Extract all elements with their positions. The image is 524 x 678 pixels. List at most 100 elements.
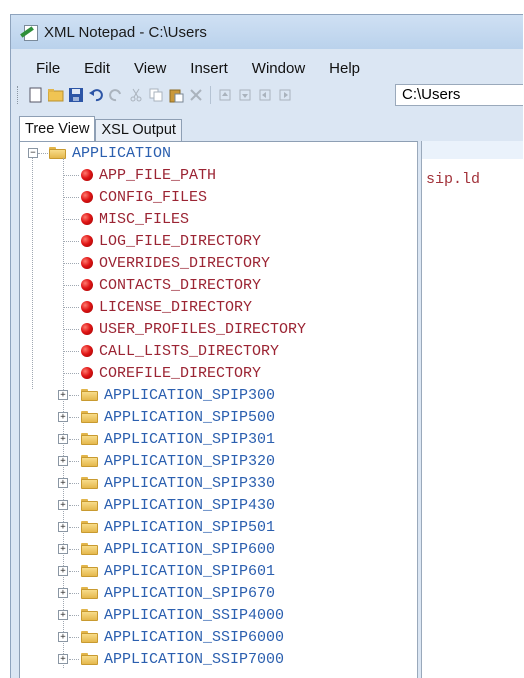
paste-icon[interactable] (168, 87, 184, 103)
node-value-pane[interactable]: sip.ld (421, 141, 523, 678)
tree-folder-node[interactable]: + APPLICATION_SPIP430 (58, 494, 275, 516)
expand-toggle[interactable]: + (58, 478, 68, 488)
expand-toggle[interactable]: + (58, 522, 68, 532)
tree-folder-node[interactable]: + APPLICATION_SSIP4000 (58, 604, 285, 626)
tree-folder-node[interactable]: + APPLICATION_SPIP320 (58, 450, 276, 472)
app-file-path-value[interactable]: sip.ld (426, 171, 480, 188)
tree-folder-node[interactable]: + APPLICATION_SPIP501 (58, 516, 275, 538)
tree-node-label: APPLICATION_SSIP4000 (104, 606, 285, 624)
tree-connector (69, 461, 79, 462)
menu-help[interactable]: Help (317, 60, 372, 77)
tree-folder-node[interactable]: + APPLICATION_SSIP6000 (58, 626, 284, 648)
tree-connector (63, 175, 79, 176)
undo-icon[interactable] (88, 87, 104, 103)
folder-icon (81, 631, 98, 643)
tree-leaf-node[interactable]: APP_FILE_PATH (63, 164, 216, 186)
tree-connector (69, 659, 79, 660)
expand-toggle[interactable]: + (58, 654, 68, 664)
tree-node-root[interactable]: APPLICATION (49, 142, 171, 164)
expand-toggle[interactable]: + (58, 566, 68, 576)
folder-icon (81, 521, 98, 533)
tree-leaf-node[interactable]: COREFILE_DIRECTORY (63, 362, 261, 384)
menu-insert[interactable]: Insert (178, 60, 240, 77)
expand-toggle[interactable]: + (58, 390, 68, 400)
expand-toggle[interactable]: + (58, 610, 68, 620)
tree-connector (63, 329, 79, 330)
tree-folder-node[interactable]: + APPLICATION_SPIP330 (58, 472, 275, 494)
expand-toggle[interactable]: + (58, 500, 68, 510)
tree-connector (38, 153, 48, 154)
menu-view[interactable]: View (122, 60, 178, 77)
tree-connector (63, 219, 79, 220)
tree-leaf-node[interactable]: USER_PROFILES_DIRECTORY (63, 318, 307, 340)
tab-tree-view[interactable]: Tree View (19, 116, 96, 141)
element-icon (81, 191, 93, 203)
expand-toggle[interactable]: + (58, 588, 68, 598)
element-icon (81, 345, 93, 357)
delete-icon[interactable] (188, 87, 204, 103)
tree-connector (63, 263, 79, 264)
window-title: XML Notepad - C:\Users (44, 23, 207, 41)
nudge-down-icon[interactable] (237, 87, 253, 103)
folder-icon (81, 565, 98, 577)
tree-folder-node[interactable]: + APPLICATION_SPIP670 (58, 582, 275, 604)
tree-leaf-node[interactable]: OVERRIDES_DIRECTORY (63, 252, 270, 274)
nudge-right-icon[interactable] (277, 87, 293, 103)
tree-node-label: APPLICATION (72, 144, 172, 162)
tree-leaf-node[interactable]: CALL_LISTS_DIRECTORY (63, 340, 279, 362)
expand-toggle[interactable]: + (58, 456, 68, 466)
tree-view-pane[interactable]: − APPLICATION APP_FILE_PATH CONFIG_FILES… (19, 141, 418, 678)
value-pane-header (422, 141, 523, 159)
tree-connector (63, 307, 79, 308)
title-bar: XML Notepad - C:\Users (11, 15, 523, 49)
redo-icon[interactable] (108, 87, 124, 103)
tree-node-label: CONFIG_FILES (99, 188, 208, 206)
element-icon (81, 323, 93, 335)
tree-folder-node[interactable]: + APPLICATION_SPIP301 (58, 428, 275, 450)
nudge-left-icon[interactable] (257, 87, 273, 103)
folder-icon (81, 587, 98, 599)
nudge-up-icon[interactable] (217, 87, 233, 103)
expand-toggle[interactable]: + (58, 632, 68, 642)
element-icon (81, 301, 93, 313)
location-path-field[interactable] (395, 84, 523, 106)
tree-leaf-node[interactable]: LICENSE_DIRECTORY (63, 296, 252, 318)
tree-folder-node[interactable]: + APPLICATION_SPIP600 (58, 538, 275, 560)
toolbar-grip[interactable] (17, 86, 22, 104)
tree-connector (69, 483, 79, 484)
tree-node-label: APPLICATION_SPIP300 (104, 386, 276, 404)
tree-folder-node[interactable]: + APPLICATION_SPIP500 (58, 406, 275, 428)
tree-connector (63, 351, 79, 352)
tree-folder-node[interactable]: + APPLICATION_SPIP601 (58, 560, 275, 582)
toolbar-separator (210, 86, 211, 104)
expand-toggle[interactable]: + (58, 434, 68, 444)
tree-folder-node[interactable]: + APPLICATION_SPIP300 (58, 384, 276, 406)
folder-icon (81, 499, 98, 511)
tree-connector (63, 197, 79, 198)
collapse-toggle[interactable]: − (28, 148, 38, 158)
copy-icon[interactable] (148, 87, 164, 103)
tree-node-label: USER_PROFILES_DIRECTORY (99, 320, 307, 338)
tree-node-label: APPLICATION_SPIP320 (104, 452, 276, 470)
menu-window[interactable]: Window (240, 60, 317, 77)
menu-bar: File Edit View Insert Window Help (11, 57, 372, 79)
tree-connector (69, 637, 79, 638)
tree-connector (63, 285, 79, 286)
element-icon (81, 279, 93, 291)
expand-toggle[interactable]: + (58, 544, 68, 554)
new-icon[interactable] (28, 87, 44, 103)
cut-icon[interactable] (128, 87, 144, 103)
tree-leaf-node[interactable]: CONFIG_FILES (63, 186, 208, 208)
tree-leaf-node[interactable]: LOG_FILE_DIRECTORY (63, 230, 262, 252)
menu-edit[interactable]: Edit (72, 60, 122, 77)
save-icon[interactable] (68, 87, 84, 103)
expand-toggle[interactable]: + (58, 412, 68, 422)
open-icon[interactable] (48, 87, 64, 103)
menu-file[interactable]: File (11, 60, 72, 77)
tree-folder-node[interactable]: + APPLICATION_SSIP7000 (58, 648, 284, 670)
tree-leaf-node[interactable]: CONTACTS_DIRECTORY (63, 274, 261, 296)
folder-icon (81, 609, 98, 621)
tree-leaf-node[interactable]: MISC_FILES (63, 208, 189, 230)
tree-node-label: LOG_FILE_DIRECTORY (99, 232, 262, 250)
tab-xsl-output[interactable]: XSL Output (95, 119, 182, 141)
